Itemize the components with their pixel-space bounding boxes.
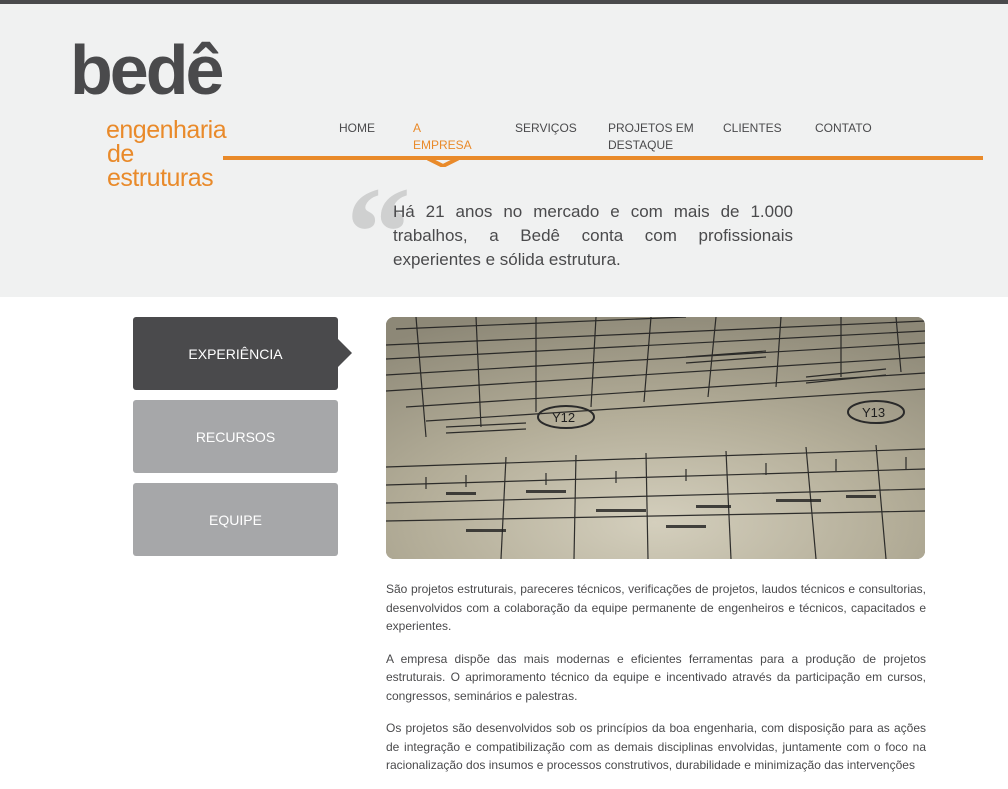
nav-item-a-empresa[interactable]: A EMPRESA — [413, 120, 472, 154]
logo-main-text: bedê — [70, 31, 224, 109]
hero-blueprint-image: Y12 Y13 — [386, 317, 925, 559]
intro-quote: Há 21 anos no mercado e com mais de 1.00… — [393, 202, 793, 269]
nav-underline — [223, 156, 983, 160]
tab-experiencia[interactable]: EXPERIÊNCIA — [133, 317, 352, 390]
nav-active-indicator-icon — [427, 156, 459, 167]
blueprint-drawing: Y12 Y13 — [386, 317, 925, 559]
logo-tagline-1: engenharia — [106, 116, 227, 144]
tab-recursos[interactable]: RECURSOS — [133, 400, 338, 473]
paragraph-1: São projetos estruturais, pareceres técn… — [386, 582, 926, 633]
tab-equipe[interactable]: EQUIPE — [133, 483, 338, 556]
content-text: São projetos estruturais, pareceres técn… — [386, 580, 926, 789]
tab-active-arrow-icon — [338, 339, 352, 367]
nav-item-projetos-em-destaque[interactable]: PROJETOS EM DESTAQUE — [608, 120, 698, 154]
tab-equipe-label: EQUIPE — [209, 511, 262, 528]
tab-experiencia-label: EXPERIÊNCIA — [188, 345, 283, 362]
paragraph-3: Os projetos são desenvolvidos sob os pri… — [386, 721, 926, 772]
blueprint-label-y12: Y12 — [552, 410, 575, 425]
tab-recursos-label: RECURSOS — [195, 428, 276, 445]
blueprint-label-y13: Y13 — [862, 405, 885, 420]
nav-item-clientes[interactable]: CLIENTES — [723, 120, 782, 137]
nav-item-contato[interactable]: CONTATO — [815, 120, 872, 137]
logo-tagline-2: de estruturas — [107, 140, 214, 192]
nav-item-servicos[interactable]: SERVIÇOS — [515, 120, 577, 137]
logo[interactable]: bedê engenharia de estruturas — [70, 30, 227, 191]
nav-item-home[interactable]: HOME — [339, 120, 375, 137]
paragraph-2: A empresa dispõe das mais modernas e efi… — [386, 651, 926, 703]
